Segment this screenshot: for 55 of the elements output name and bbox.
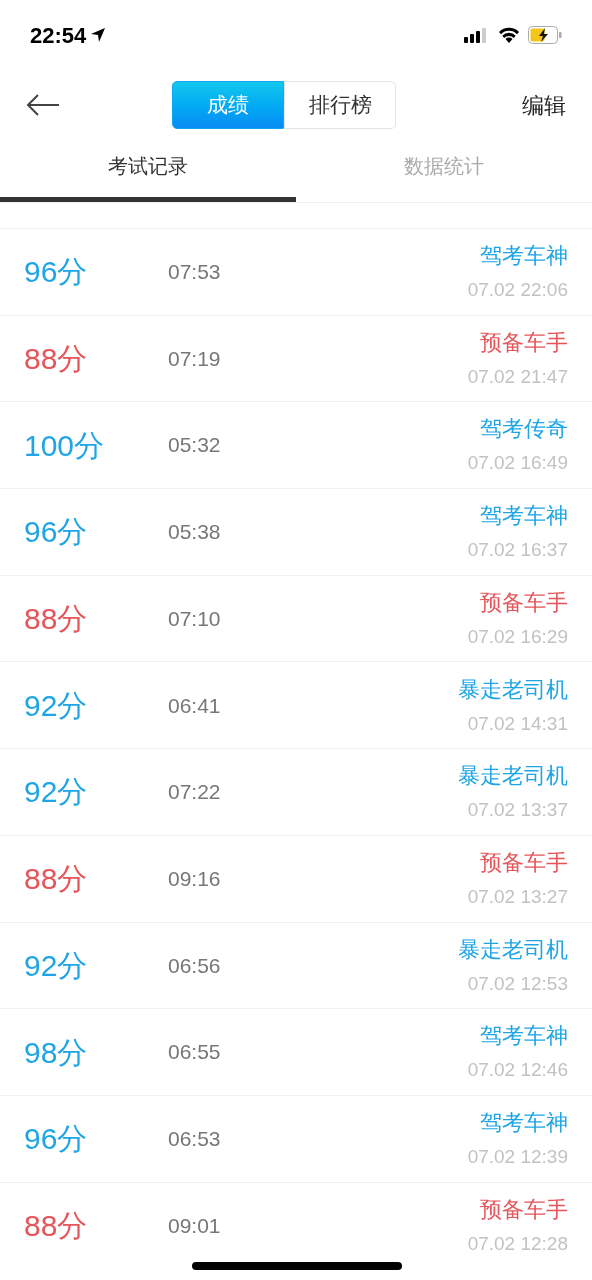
score-text: 88分 [24, 601, 89, 638]
record-date: 07.02 16:37 [467, 538, 568, 563]
score-text: 92分 [24, 774, 89, 811]
status-time: 22:54 [30, 21, 87, 50]
rank-title: 预备车手 [480, 588, 568, 617]
battery-icon [528, 26, 562, 44]
score-text: 96分 [24, 514, 89, 551]
rank-title: 驾考传奇 [480, 415, 568, 444]
duration-text: 07:10 [168, 605, 221, 632]
record-date: 07.02 12:46 [467, 1058, 568, 1083]
score-text: 88分 [24, 341, 89, 378]
rank-title: 暴走老司机 [458, 762, 568, 791]
duration-text: 05:38 [168, 519, 221, 546]
rank-title: 驾考车神 [480, 1108, 568, 1137]
edit-button[interactable]: 编辑 [522, 88, 566, 122]
record-date: 07.02 21:47 [467, 364, 568, 389]
location-arrow-icon [90, 27, 107, 43]
record-date: 07.02 14:31 [467, 711, 568, 736]
rank-title: 预备车手 [480, 1195, 568, 1224]
duration-text: 05:32 [168, 432, 221, 459]
duration-text: 07:53 [168, 259, 221, 286]
duration-text: 06:41 [168, 692, 221, 719]
tab[interactable]: 考试记录 [0, 140, 296, 202]
score-text: 96分 [24, 254, 89, 291]
record-date: 07.02 16:29 [467, 624, 568, 649]
score-text: 92分 [24, 947, 89, 984]
rank-title: 预备车手 [480, 848, 568, 877]
rank-title: 驾考车神 [480, 242, 568, 271]
rank-title: 驾考车神 [480, 502, 568, 531]
rank-title: 驾考车神 [480, 1022, 568, 1051]
score-text: 98分 [24, 1034, 89, 1071]
duration-text: 06:53 [168, 1125, 221, 1152]
record-date: 07.02 13:27 [467, 884, 568, 909]
rank-title: 暴走老司机 [458, 935, 568, 964]
duration-text: 06:55 [168, 1039, 221, 1066]
record-date: 07.02 22:06 [467, 278, 568, 303]
record-date: 07.02 13:37 [467, 798, 568, 823]
duration-text: 09:16 [168, 865, 221, 892]
score-text: 88分 [24, 861, 89, 898]
record-date: 07.02 12:53 [467, 971, 568, 996]
score-text: 100分 [24, 427, 106, 464]
score-text: 92分 [24, 687, 89, 724]
wifi-icon [498, 27, 520, 43]
record-date: 07.02 12:28 [467, 1231, 568, 1256]
duration-text: 06:56 [168, 952, 221, 979]
record-date: 07.02 16:49 [467, 451, 568, 476]
duration-text: 07:22 [168, 779, 221, 806]
duration-text: 09:01 [168, 1212, 221, 1239]
segment-tab[interactable]: 排行榜 [284, 81, 396, 129]
duration-text: 07:19 [168, 345, 221, 372]
rank-title: 暴走老司机 [458, 675, 568, 704]
score-text: 88分 [24, 1207, 89, 1244]
score-text: 96分 [24, 1121, 89, 1158]
record-date: 07.02 12:39 [467, 1144, 568, 1169]
rank-title: 预备车手 [480, 328, 568, 357]
